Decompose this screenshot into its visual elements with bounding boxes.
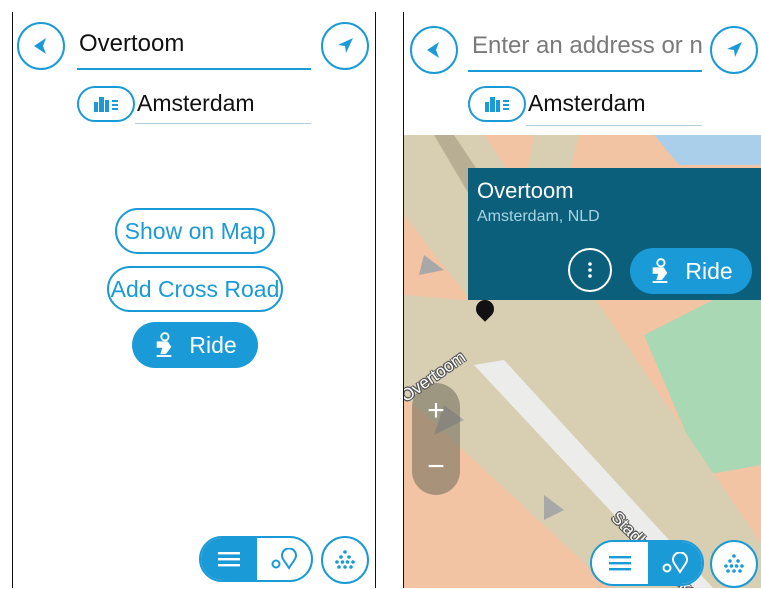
back-button[interactable] (17, 22, 65, 70)
more-options-button[interactable] (568, 248, 612, 292)
dots-menu-icon (724, 554, 744, 573)
current-location-button[interactable] (710, 26, 758, 74)
zoom-out-label: − (427, 450, 445, 483)
city-icon (94, 97, 118, 112)
city-select-button[interactable] (468, 86, 526, 122)
add-cross-road-button[interactable]: Add Cross Road (107, 266, 283, 312)
current-location-icon (338, 38, 353, 53)
city-select-button[interactable] (77, 86, 135, 122)
map-view-button[interactable] (648, 542, 702, 584)
show-on-map-button[interactable]: Show on Map (115, 208, 275, 254)
main-menu-button[interactable] (710, 540, 758, 588)
zoom-out-button[interactable]: − (412, 443, 460, 491)
list-icon (218, 552, 240, 567)
list-icon (609, 556, 631, 571)
search-results-screen: Overtoom Amsterdam Show on Map Add Cross… (12, 12, 376, 588)
zoom-in-label: + (427, 394, 445, 427)
ride-label: Ride (685, 257, 733, 284)
zoom-controls: + − (412, 383, 460, 495)
current-location-button[interactable] (321, 22, 369, 70)
main-menu-button[interactable] (321, 536, 369, 584)
popup-title: Overtoom (477, 178, 574, 203)
popup-subtitle: Amsterdam, NLD (477, 208, 600, 225)
search-input-placeholder: Enter an address or name (472, 32, 702, 59)
map-pins-icon (271, 548, 297, 570)
ride-button[interactable]: Ride (132, 322, 258, 368)
back-arrow-icon (34, 38, 46, 54)
scooter-icon (157, 332, 172, 357)
ride-label: Ride (189, 331, 237, 358)
city-input-value: Amsterdam (528, 90, 646, 116)
search-input-value: Overtoom (79, 30, 185, 57)
back-button[interactable] (410, 26, 458, 74)
scooter-icon (653, 258, 668, 283)
vertical-dots-icon (588, 262, 592, 278)
location-popup[interactable]: Overtoom Amsterdam, NLD Ride (468, 168, 761, 300)
list-view-button[interactable] (592, 542, 648, 584)
city-icon (485, 97, 509, 112)
map-pins-icon (662, 552, 688, 574)
back-arrow-icon (427, 42, 439, 58)
map-view-button[interactable] (257, 538, 311, 580)
list-view-button[interactable] (201, 538, 257, 580)
current-location-icon (727, 42, 742, 57)
city-input-value: Amsterdam (137, 90, 255, 116)
dots-menu-icon (335, 550, 355, 569)
add-cross-road-label: Add Cross Road (110, 275, 280, 302)
view-toggle (199, 536, 313, 582)
map-view-screen: Enter an address or name Amsterdam (403, 12, 761, 588)
view-toggle (590, 540, 704, 586)
show-on-map-label: Show on Map (124, 217, 266, 244)
ride-button[interactable]: Ride (630, 248, 752, 294)
